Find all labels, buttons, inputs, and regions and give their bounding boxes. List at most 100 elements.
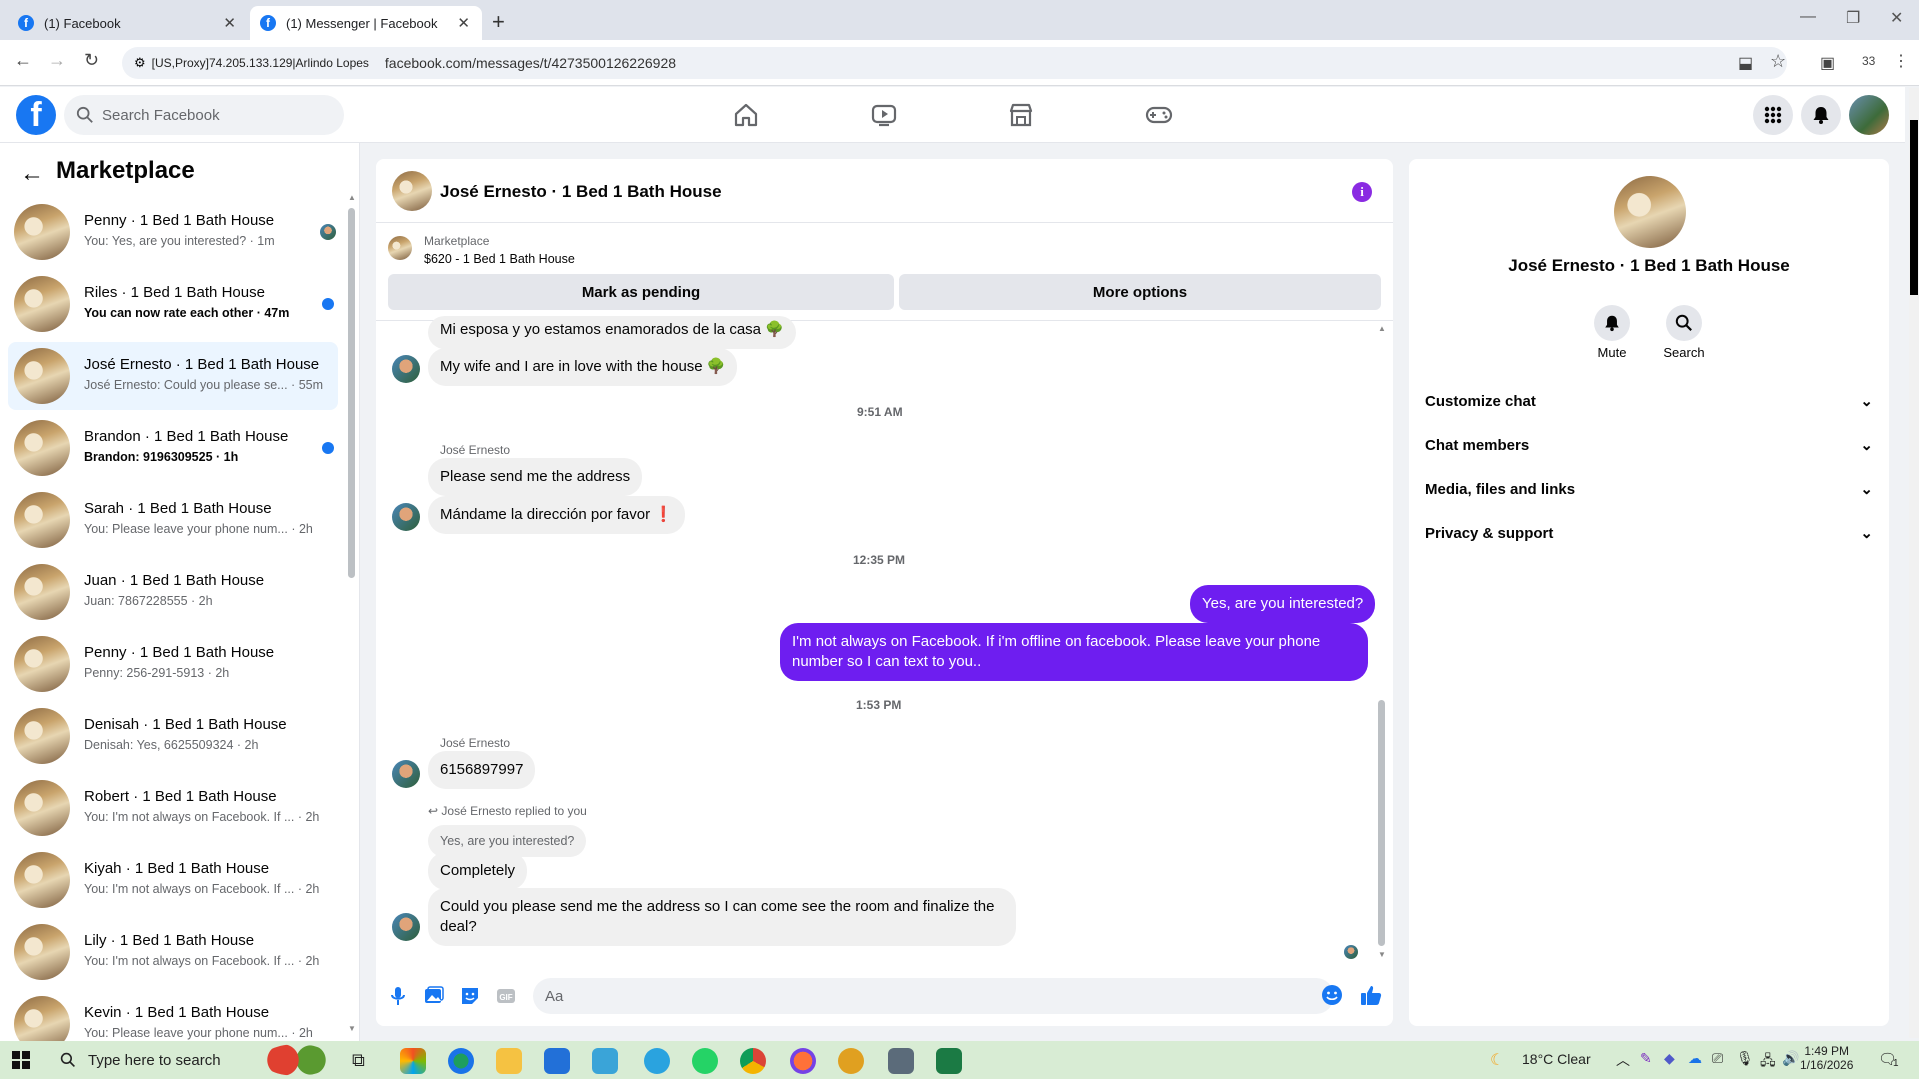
listing-thumbnail[interactable]	[388, 236, 412, 260]
conversation-item[interactable]: Kiyah · 1 Bed 1 Bath House You: I'm not a…	[8, 846, 338, 914]
back-icon[interactable]: ←	[14, 50, 32, 71]
volume-icon[interactable]: 🔊	[1782, 1050, 1799, 1067]
more-options-button[interactable]: More options	[899, 274, 1381, 310]
gif-icon[interactable]: GIF	[495, 985, 517, 1007]
telegram-icon[interactable]	[644, 1048, 670, 1074]
sender-avatar[interactable]	[392, 355, 420, 383]
outlook-icon[interactable]	[544, 1048, 570, 1074]
scroll-up-icon[interactable]: ▲	[1378, 324, 1386, 333]
conversation-item[interactable]: Penny · 1 Bed 1 Bath House Penny: 256-291…	[8, 630, 338, 698]
conversation-list-scrollbar[interactable]	[348, 208, 355, 578]
gaming-icon[interactable]	[1144, 100, 1174, 130]
message-bubble[interactable]: Could you please send me the address so …	[428, 888, 1016, 946]
bookmark-star-icon[interactable]: ☆	[1770, 51, 1786, 72]
taskbar-clock[interactable]: 1:49 PM 1/16/2026	[1800, 1044, 1853, 1072]
install-app-icon[interactable]: ⬓	[1738, 53, 1753, 73]
facebook-search-input[interactable]: Search Facebook	[64, 95, 344, 135]
listing-price[interactable]: $620 - 1 Bed 1 Bath House	[424, 252, 575, 266]
new-tab-icon[interactable]: +	[492, 9, 505, 35]
facebook-logo[interactable]: f	[16, 95, 56, 135]
windows-start-icon[interactable]	[12, 1051, 30, 1069]
sender-avatar[interactable]	[392, 913, 420, 941]
close-tab-icon[interactable]: ✕	[457, 14, 470, 32]
chrome-icon[interactable]	[740, 1048, 766, 1074]
onedrive-icon[interactable]: ☁	[1688, 1050, 1702, 1067]
close-tab-icon[interactable]: ✕	[223, 14, 236, 32]
conversation-item[interactable]: Riles · 1 Bed 1 Bath House You can now ra…	[8, 270, 338, 338]
conversation-item[interactable]: Lily · 1 Bed 1 Bath House You: I'm not al…	[8, 918, 338, 986]
url-text[interactable]: facebook.com/messages/t/4273500126226928	[385, 55, 676, 71]
sender-avatar[interactable]	[392, 760, 420, 788]
conversation-item[interactable]: Brandon · 1 Bed 1 Bath House Brandon: 919…	[8, 414, 338, 482]
media-files-links-section[interactable]: Media, files and links ⌄	[1425, 467, 1873, 511]
reload-icon[interactable]: ↻	[84, 50, 99, 71]
task-view-icon[interactable]: ⧉	[352, 1050, 365, 1071]
contact-avatar[interactable]	[1614, 176, 1686, 248]
pepper-widget-icon[interactable]	[262, 1044, 332, 1076]
whatsapp-icon[interactable]	[692, 1048, 718, 1074]
customize-chat-section[interactable]: Customize chat ⌄	[1425, 379, 1873, 423]
outgoing-message-bubble[interactable]: I'm not always on Facebook. If i'm offli…	[780, 623, 1368, 681]
minimize-icon[interactable]: —	[1800, 8, 1816, 26]
mute-button[interactable]	[1594, 305, 1630, 341]
conversation-item[interactable]: Robert · 1 Bed 1 Bath House You: I'm not …	[8, 774, 338, 842]
close-window-icon[interactable]: ✕	[1890, 8, 1903, 28]
sender-avatar[interactable]	[392, 503, 420, 531]
conversation-item[interactable]: Sarah · 1 Bed 1 Bath House You: Please le…	[8, 486, 338, 554]
conversation-item[interactable]: Juan · 1 Bed 1 Bath House Juan: 786722855…	[8, 558, 338, 626]
forward-icon[interactable]: →	[48, 50, 66, 71]
side-panel-icon[interactable]: ▣	[1820, 53, 1835, 73]
chat-avatar[interactable]	[392, 171, 432, 211]
message-bubble[interactable]: Please send me the address	[428, 458, 643, 496]
network-icon[interactable]: 🖧	[1760, 1050, 1776, 1074]
extensions-badge[interactable]: 33	[1862, 54, 1875, 68]
photo-icon[interactable]	[423, 985, 445, 1007]
microphone-tray-icon[interactable]: 🎙	[1736, 1050, 1754, 1067]
calculator-icon[interactable]	[888, 1048, 914, 1074]
app-badge-icon[interactable]	[936, 1048, 962, 1074]
conversation-item[interactable]: Penny · 1 Bed 1 Bath House You: Yes, are …	[8, 198, 338, 266]
firefox-icon[interactable]	[790, 1048, 816, 1074]
teams-icon[interactable]: ◆	[1664, 1050, 1675, 1067]
marketplace-icon[interactable]	[1006, 100, 1036, 130]
thumbs-up-icon[interactable]	[1359, 983, 1383, 1007]
outgoing-message-bubble[interactable]: Yes, are you interested?	[1190, 585, 1376, 623]
app-w-icon[interactable]	[592, 1048, 618, 1074]
show-hidden-icons-chevron-icon[interactable]: ︿	[1616, 1050, 1630, 1070]
chat-scrollbar[interactable]	[1378, 700, 1385, 946]
site-settings-icon[interactable]: ⚙	[134, 55, 146, 71]
copilot-icon[interactable]	[400, 1048, 426, 1074]
page-scrollbar[interactable]	[1910, 120, 1918, 295]
scroll-down-icon[interactable]: ▼	[348, 1024, 356, 1033]
sticker-icon[interactable]	[459, 985, 481, 1007]
browser-menu-icon[interactable]: ⋮	[1893, 51, 1909, 71]
message-bubble[interactable]: 6156897997	[428, 751, 536, 789]
privacy-support-section[interactable]: Privacy & support ⌄	[1425, 511, 1873, 555]
app-x-icon[interactable]	[838, 1048, 864, 1074]
file-explorer-icon[interactable]	[496, 1048, 522, 1074]
menu-grid-button[interactable]	[1753, 95, 1793, 135]
notifications-button[interactable]	[1801, 95, 1841, 135]
info-icon[interactable]: i	[1352, 182, 1372, 202]
restore-icon[interactable]: ❐	[1846, 8, 1860, 28]
message-input[interactable]: Aa	[533, 978, 1334, 1014]
message-bubble[interactable]: My wife and I are in love with the house…	[428, 348, 738, 386]
address-bar[interactable]: ⚙ [US,Proxy]74.205.133.129|Arlindo Lopes…	[122, 47, 1787, 79]
microphone-icon[interactable]	[387, 985, 409, 1007]
mark-as-pending-button[interactable]: Mark as pending	[388, 274, 894, 310]
scroll-down-icon[interactable]: ▼	[1378, 950, 1386, 959]
device-icon[interactable]: ⎚	[1712, 1050, 1723, 1067]
home-icon[interactable]	[731, 100, 761, 130]
account-avatar[interactable]	[1849, 95, 1889, 135]
browser-tab-messenger[interactable]: f (1) Messenger | Facebook ✕	[250, 6, 482, 40]
chat-title[interactable]: José Ernesto · 1 Bed 1 Bath House	[440, 182, 722, 202]
message-bubble[interactable]: Mándame la dirección por favor ❗	[428, 496, 685, 534]
message-bubble[interactable]: Completely	[428, 852, 528, 890]
conversation-item[interactable]: José Ernesto · 1 Bed 1 Bath House José Er…	[8, 342, 338, 410]
conversation-item[interactable]: Denisah · 1 Bed 1 Bath House Denisah: Yes…	[8, 702, 338, 770]
back-arrow-icon[interactable]: ←	[20, 160, 44, 188]
video-icon[interactable]	[869, 100, 899, 130]
message-bubble[interactable]: Mi esposa y yo estamos enamorados de la …	[428, 316, 796, 349]
weather-text[interactable]: 18°C Clear	[1522, 1051, 1591, 1067]
emoji-icon[interactable]	[1321, 984, 1343, 1006]
